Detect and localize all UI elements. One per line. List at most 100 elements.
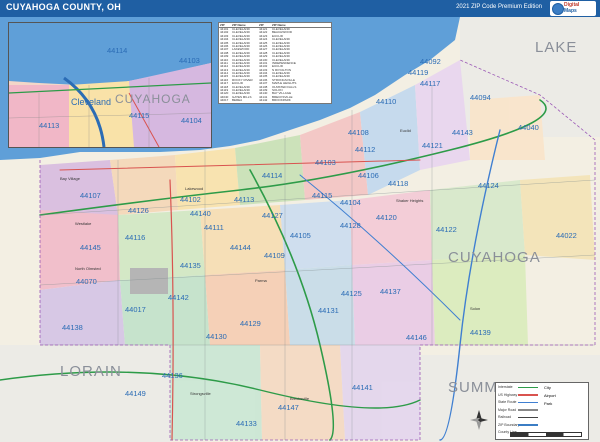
legend-symbol-city: City bbox=[544, 385, 551, 390]
zip-label: 44107 bbox=[80, 191, 101, 200]
zip-label: 44022 bbox=[556, 231, 577, 240]
brand-line-2: Maps bbox=[564, 8, 577, 14]
zip-label: 44139 bbox=[470, 328, 491, 337]
legend-symbol-airport: Airport bbox=[544, 393, 556, 398]
zip-label: 44040 bbox=[518, 123, 539, 132]
city-label: Brecksville bbox=[290, 396, 310, 401]
zip-label: 44143 bbox=[452, 128, 473, 137]
table-body: 44101 CLEVELAND 44121 CLEVELAND 44102 CLEVELA… bbox=[219, 27, 331, 103]
zip-label: 44111 bbox=[204, 223, 224, 232]
legend-item-swatch bbox=[518, 401, 538, 403]
zip-label: 44147 bbox=[278, 403, 299, 412]
zip-label: 44117 bbox=[420, 79, 440, 88]
zip-label: 44106 bbox=[358, 171, 379, 180]
zip-label: 44104 bbox=[340, 198, 361, 207]
table-cell: 44017 bbox=[220, 98, 229, 103]
zip-label: 44017 bbox=[125, 305, 146, 314]
legend-item-label: State Route bbox=[498, 400, 517, 404]
zip-label: 44105 bbox=[290, 231, 311, 240]
zip-label: 44149 bbox=[125, 389, 146, 398]
zip-label: 44136 bbox=[162, 371, 183, 380]
zip-label: 44129 bbox=[240, 319, 261, 328]
zip-label: 44092 bbox=[420, 57, 441, 66]
zip-label: 44130 bbox=[206, 332, 227, 341]
zip-label: 44140 bbox=[190, 209, 211, 218]
city-label: Solon bbox=[470, 306, 480, 311]
inset-zip-label: 44114 bbox=[107, 46, 127, 55]
legend-item-label: Interstate bbox=[498, 385, 513, 389]
inset-zip-label: 44115 bbox=[129, 111, 149, 120]
inset-city-label: Cleveland bbox=[71, 97, 111, 107]
legend-item-label: US Highway bbox=[498, 392, 518, 397]
legend-item-label: Major Road bbox=[498, 407, 517, 412]
zip-label: 44118 bbox=[388, 179, 408, 188]
inset-svg: Cleveland CUYAHOGA 44114 44103 44113 441… bbox=[9, 23, 211, 147]
county-label-lake: LAKE bbox=[535, 39, 577, 56]
zip-label: 44144 bbox=[230, 243, 251, 252]
zip-label: 44135 bbox=[180, 261, 201, 270]
zip-label: 44115 bbox=[312, 191, 332, 200]
city-label: Euclid bbox=[400, 128, 411, 133]
zip-label: 44103 bbox=[315, 158, 336, 167]
zip-label: 44114 bbox=[262, 171, 282, 180]
table-cell: BROOKPARK bbox=[272, 98, 291, 103]
edition-label: 2021 ZIP Code Premium Edition bbox=[456, 4, 542, 10]
zip-label: 44120 bbox=[376, 213, 397, 222]
legend-item-swatch bbox=[518, 416, 538, 418]
zip-label: 44108 bbox=[348, 128, 369, 137]
zip-label: 44109 bbox=[264, 251, 285, 260]
scale-bar bbox=[510, 432, 582, 437]
inset-zip-label: 44113 bbox=[39, 121, 59, 130]
table-cell: 44142 bbox=[259, 98, 268, 103]
zip-index-table: ZIP ZIP Name ZIP ZIP Name 44101 CLEVELAND… bbox=[218, 22, 332, 104]
zip-label: 44119 bbox=[408, 68, 428, 77]
airport-area bbox=[130, 268, 168, 294]
zip-label: 44113 bbox=[234, 195, 254, 204]
zip-label: 44122 bbox=[436, 225, 457, 234]
city-label: Parma bbox=[255, 278, 268, 283]
north-arrow-icon bbox=[470, 410, 488, 430]
inset-county-label: CUYAHOGA bbox=[115, 92, 191, 106]
zip-label: 44116 bbox=[125, 233, 145, 242]
globe-icon bbox=[552, 3, 564, 15]
table-cell: BEREA bbox=[232, 98, 243, 103]
brand-logo: Digital Maps bbox=[550, 1, 596, 16]
zip-label: 44102 bbox=[180, 195, 201, 204]
zip-label: 44138 bbox=[62, 323, 83, 332]
city-label: Westlake bbox=[75, 221, 92, 226]
city-label: Strongsville bbox=[190, 391, 211, 396]
zip-label: 44124 bbox=[478, 181, 499, 190]
zip-label: 44141 bbox=[352, 383, 373, 392]
inset-zip-label: 44104 bbox=[181, 116, 202, 125]
map-header-bar: CUYAHOGA COUNTY, OH 2021 ZIP Code Premiu… bbox=[0, 0, 600, 17]
map-title: CUYAHOGA COUNTY, OH bbox=[6, 2, 122, 12]
zip-label: 44128 bbox=[340, 221, 361, 230]
zip-label: 44146 bbox=[406, 333, 427, 342]
legend-symbol-park: Park bbox=[544, 401, 553, 406]
table-row: 44017 BEREA 44142 BROOKPARK bbox=[219, 98, 331, 103]
city-label: North Olmsted bbox=[75, 266, 101, 271]
legend-item-swatch bbox=[518, 424, 538, 426]
legend-item-swatch bbox=[518, 409, 538, 411]
zip-label: 44125 bbox=[341, 289, 362, 298]
zip-label: 44094 bbox=[470, 93, 491, 102]
legend-item-label: ZIP Boundary bbox=[498, 422, 520, 427]
downtown-inset-map[interactable]: Cleveland CUYAHOGA 44114 44103 44113 441… bbox=[8, 22, 212, 148]
county-label-lorain: LORAIN bbox=[60, 363, 122, 380]
zip-label: 44137 bbox=[380, 287, 401, 296]
zip-label: 44131 bbox=[318, 306, 339, 315]
zip-label: 44110 bbox=[376, 97, 396, 106]
zip-label: 44145 bbox=[80, 243, 101, 252]
zip-label: 44142 bbox=[168, 293, 189, 302]
inset-zip-label: 44103 bbox=[179, 56, 200, 65]
legend-item-swatch bbox=[518, 394, 538, 396]
city-label: Bay Village bbox=[60, 176, 81, 181]
county-label-cuyahoga: CUYAHOGA bbox=[448, 249, 541, 266]
zip-label: 44121 bbox=[422, 141, 443, 150]
legend-item-swatch bbox=[518, 386, 538, 388]
zip-label: 44133 bbox=[236, 419, 257, 428]
legend-item-label: Railroad bbox=[498, 415, 512, 419]
zip-label: 44126 bbox=[128, 206, 149, 215]
zip-label: 44070 bbox=[76, 277, 97, 286]
city-label: Shaker Heights bbox=[396, 198, 423, 203]
